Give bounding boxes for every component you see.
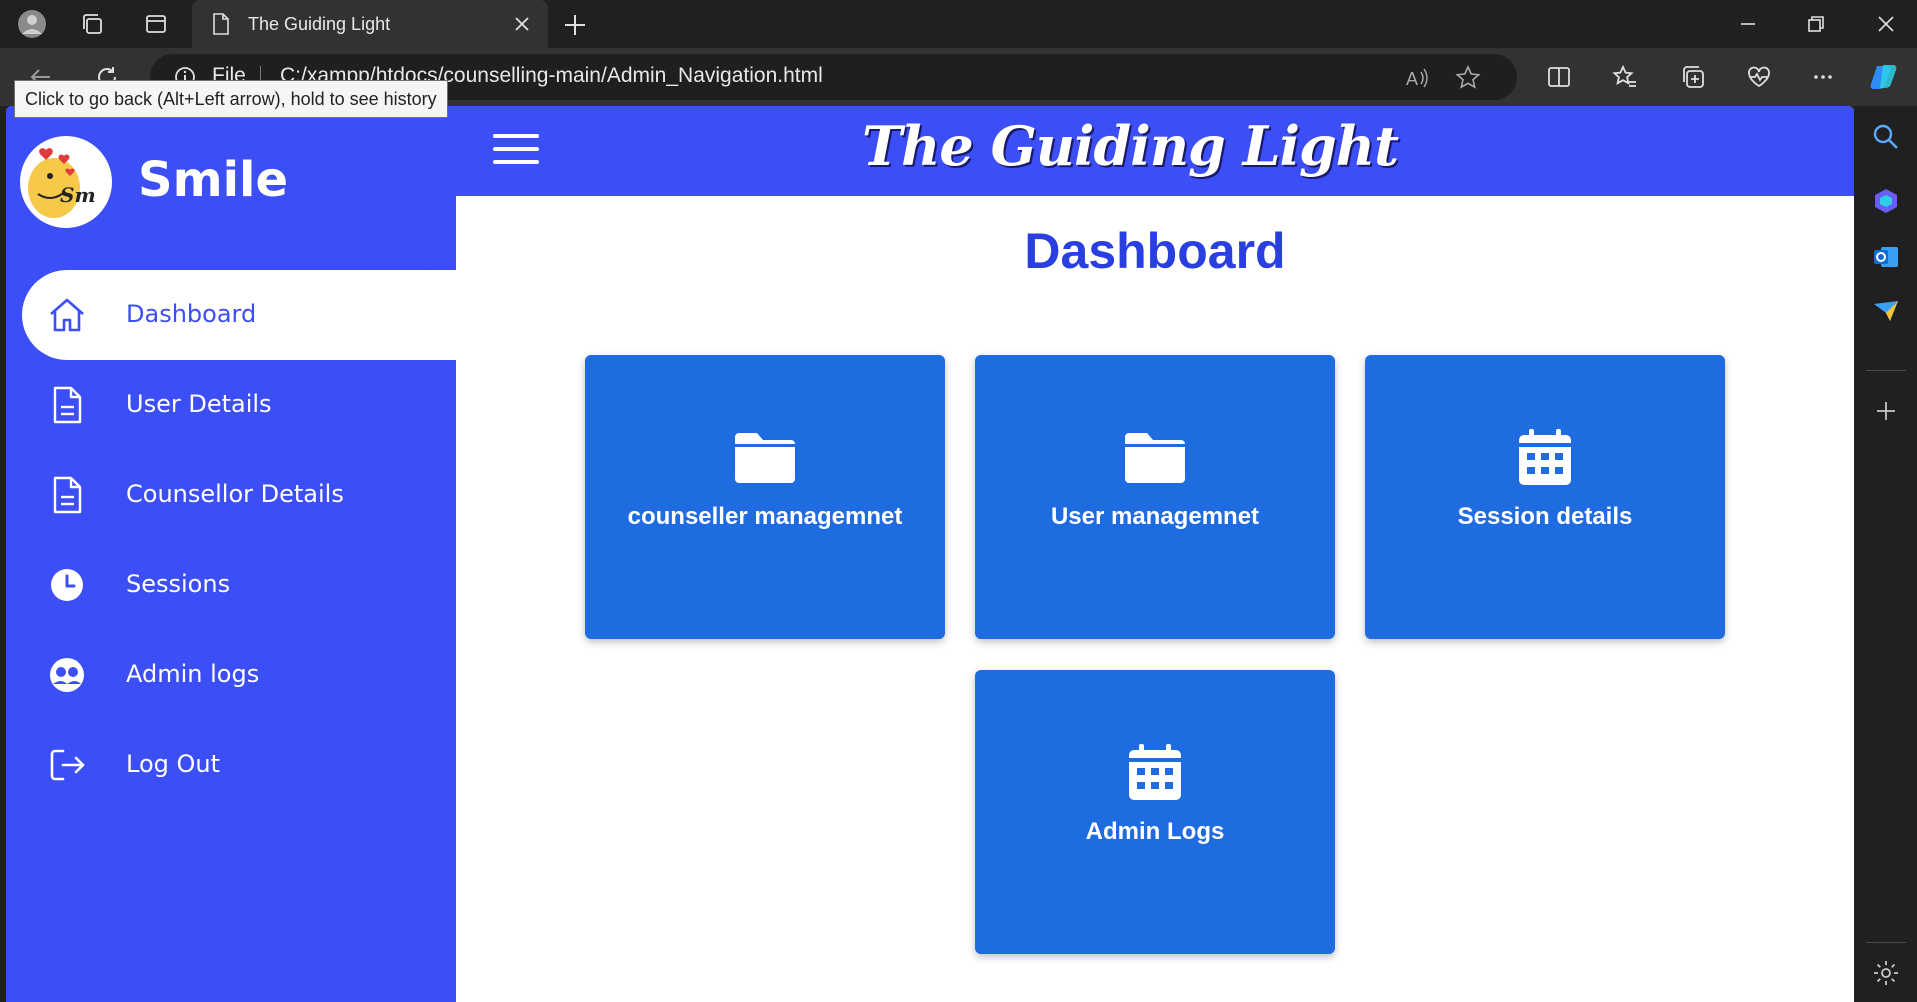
new-tab-icon[interactable] xyxy=(560,10,590,40)
workspaces-icon[interactable] xyxy=(76,8,108,40)
svg-text:A: A xyxy=(1406,69,1418,89)
side-panel-divider xyxy=(1866,370,1906,371)
sidebar-item-user-details[interactable]: User Details xyxy=(6,360,456,450)
sidebar-item-admin-logs[interactable]: Admin logs xyxy=(6,630,456,720)
more-options-icon[interactable] xyxy=(1806,60,1840,94)
profile-icon[interactable] xyxy=(16,8,48,40)
document-icon xyxy=(46,474,88,516)
sidebar-menu: Dashboard User Details Counsellor Detail… xyxy=(6,270,456,810)
document-icon xyxy=(46,384,88,426)
clock-icon xyxy=(46,564,88,606)
close-window-icon[interactable] xyxy=(1862,6,1910,42)
card-label: counseller managemnet xyxy=(627,503,903,530)
read-aloud-icon[interactable]: A xyxy=(1404,64,1432,92)
sidebar-item-dashboard[interactable]: Dashboard xyxy=(22,270,456,360)
minimize-icon[interactable] xyxy=(1724,6,1772,42)
browser-tab-bar: The Guiding Light xyxy=(0,0,1917,48)
sidebar-item-log-out[interactable]: Log Out xyxy=(6,720,456,810)
svg-text:Sm: Sm xyxy=(60,183,96,207)
favorite-star-icon[interactable] xyxy=(1454,64,1482,92)
card-session-details[interactable]: Session details xyxy=(1365,355,1725,639)
browser-essentials-icon[interactable] xyxy=(1742,60,1776,94)
card-label: Admin Logs xyxy=(1085,818,1225,845)
outlook-icon[interactable] xyxy=(1871,242,1901,272)
logout-icon xyxy=(46,744,88,786)
sidebar-item-label: Counsellor Details xyxy=(126,480,344,508)
copilot-sidebar-icon[interactable] xyxy=(1871,186,1901,216)
back-button-tooltip: Click to go back (Alt+Left arrow), hold … xyxy=(14,80,448,118)
drop-icon[interactable] xyxy=(1871,296,1901,326)
sidebar-item-label: Dashboard xyxy=(126,300,257,328)
sidebar-item-label: User Details xyxy=(126,390,272,418)
card-counseller-management[interactable]: counseller managemnet xyxy=(585,355,945,639)
brand-block: Sm Smile xyxy=(6,106,456,270)
restore-icon[interactable] xyxy=(1792,6,1840,42)
sidebar-item-label: Log Out xyxy=(126,750,221,778)
card-admin-logs[interactable]: Admin Logs xyxy=(975,670,1335,954)
tab-title: The Guiding Light xyxy=(248,13,391,34)
page-viewport: The Guiding Light Sm Smile Dashboard Use… xyxy=(6,106,1854,1002)
tab-actions-icon[interactable] xyxy=(140,8,172,40)
calendar-icon xyxy=(1129,744,1181,800)
sidebar: Sm Smile Dashboard User Details Counsell… xyxy=(6,106,456,1002)
page-icon xyxy=(213,13,229,35)
home-icon xyxy=(46,294,88,336)
sidebar-item-sessions[interactable]: Sessions xyxy=(6,540,456,630)
search-icon[interactable] xyxy=(1871,122,1901,152)
brand-name: Smile xyxy=(138,152,289,208)
smile-logo: Sm xyxy=(20,136,112,228)
card-label: User managemnet xyxy=(1050,503,1260,530)
add-icon[interactable] xyxy=(1871,396,1901,426)
sidebar-item-label: Sessions xyxy=(126,570,231,598)
sidebar-item-counsellor-details[interactable]: Counsellor Details xyxy=(6,450,456,540)
folder-icon xyxy=(735,433,795,483)
copilot-icon[interactable] xyxy=(1868,60,1902,94)
close-tab-icon[interactable] xyxy=(510,12,534,36)
card-user-management[interactable]: User managemnet xyxy=(975,355,1335,639)
collections-icon[interactable] xyxy=(1676,60,1710,94)
split-screen-icon[interactable] xyxy=(1542,60,1576,94)
page-title: Dashboard xyxy=(1024,223,1286,279)
sidebar-item-label: Admin logs xyxy=(126,660,260,688)
side-panel-divider-bottom xyxy=(1866,942,1906,943)
browser-side-panel xyxy=(1854,106,1917,1002)
card-label: Session details xyxy=(1457,503,1633,530)
favorites-icon[interactable] xyxy=(1608,60,1642,94)
users-icon xyxy=(46,654,88,696)
calendar-icon xyxy=(1519,429,1571,485)
settings-gear-icon[interactable] xyxy=(1871,958,1901,988)
tab-active[interactable]: The Guiding Light xyxy=(192,0,548,48)
folder-icon xyxy=(1125,433,1185,483)
